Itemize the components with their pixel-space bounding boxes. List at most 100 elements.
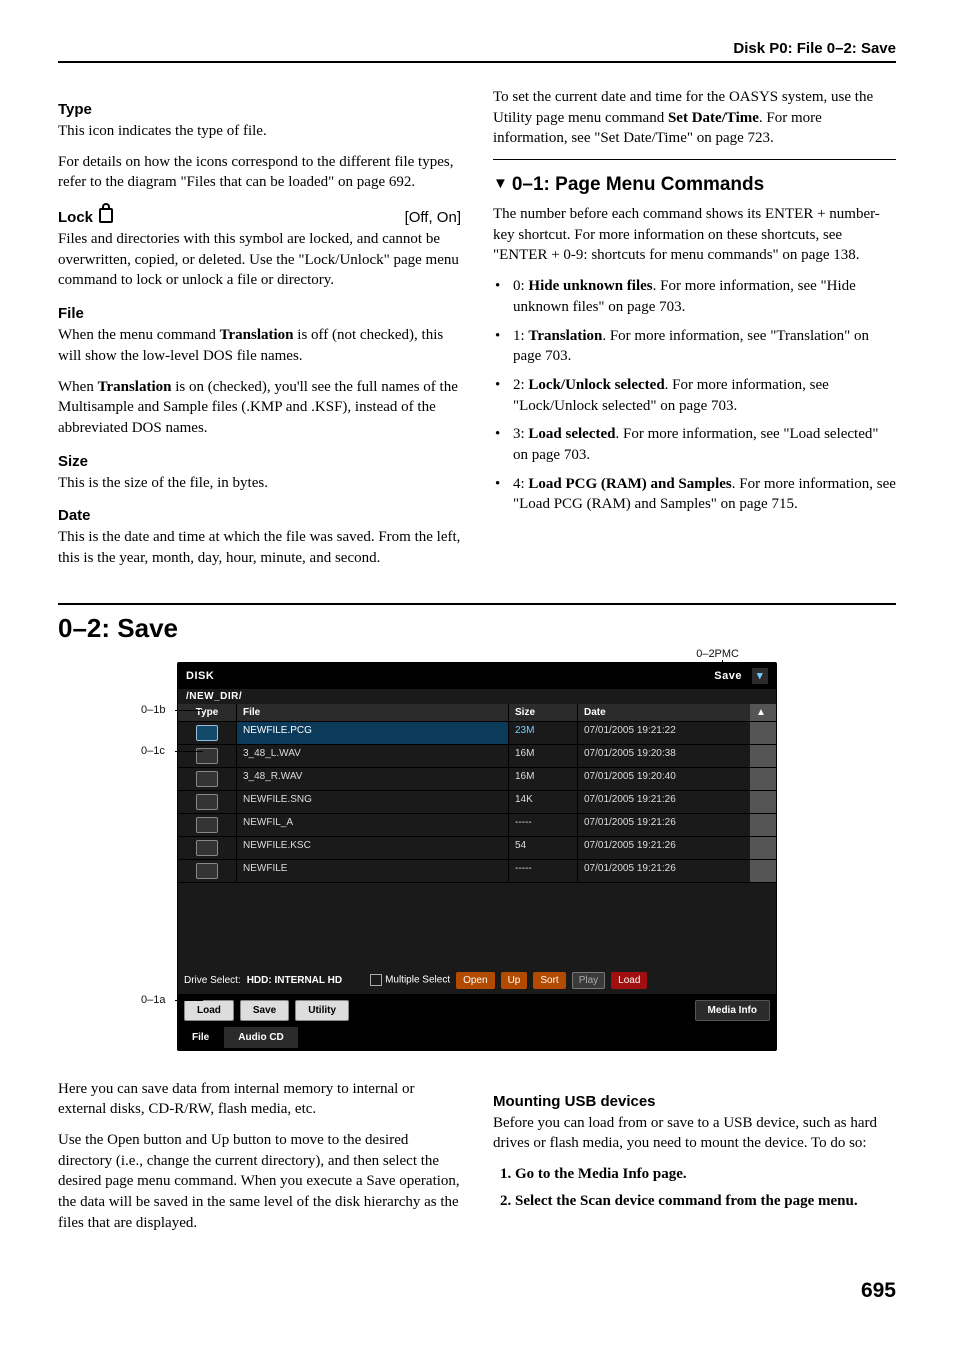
table-row[interactable]: NEWFIL_A-----07/01/2005 19:21:26 [178, 813, 776, 836]
col-date[interactable]: Date [578, 704, 750, 721]
file-name: NEWFILE.KSC [237, 837, 509, 859]
sub-tabs: File Audio CD [178, 1027, 776, 1050]
file-type-icon [178, 814, 237, 836]
drive-select-label: Drive Select: [184, 975, 241, 986]
page-menu-commands-heading: ▼0–1: Page Menu Commands [493, 174, 896, 196]
page-number: 695 [58, 1279, 896, 1339]
drive-bar: Drive Select: HDD: INTERNAL HD Multiple … [178, 967, 776, 994]
mounting-body: Before you can load from or save to a US… [493, 1113, 896, 1154]
file-size: 16M [509, 768, 578, 790]
callout-c: 0–1c [141, 745, 165, 757]
col-file[interactable]: File [237, 704, 509, 721]
file-name: NEWFILE [237, 860, 509, 882]
up-button[interactable]: Up [501, 972, 528, 989]
type-body-2: For details on how the icons correspond … [58, 152, 461, 193]
open-button[interactable]: Open [456, 972, 494, 989]
bottom-left-p2: Use the Open button and Up button to mov… [58, 1130, 461, 1233]
tab-utility[interactable]: Utility [295, 1000, 349, 1021]
type-body-1: This icon indicates the type of file. [58, 121, 461, 142]
page-menu-commands-text: 0–1: Page Menu Commands [512, 174, 764, 195]
tab-load[interactable]: Load [184, 1000, 234, 1021]
step-1: Go to the Media Info page. [515, 1164, 896, 1185]
date-heading: Date [58, 507, 461, 524]
rule-pmc [493, 159, 896, 160]
page-menu-commands-intro: The number before each command shows its… [493, 204, 896, 266]
scrollbar-track[interactable] [750, 814, 776, 836]
subtab-file[interactable]: File [178, 1027, 224, 1048]
callout-a-lead [175, 1000, 203, 1001]
cmd-item: 2: Lock/Unlock selected. For more inform… [513, 375, 896, 416]
scrollbar-track[interactable] [750, 745, 776, 767]
callout-b: 0–1b [141, 704, 165, 716]
file-type-icon [178, 791, 237, 813]
table-row[interactable]: NEWFILE.SNG14K07/01/2005 19:21:26 [178, 790, 776, 813]
size-body: This is the size of the file, in bytes. [58, 473, 461, 494]
window-titlebar: DISK Save ▾ [178, 663, 776, 689]
window-title-left: DISK [186, 670, 214, 682]
multiple-select-checkbox[interactable]: Multiple Select [370, 974, 450, 986]
file-date: 07/01/2005 19:20:38 [578, 745, 750, 767]
file-date: 07/01/2005 19:21:26 [578, 814, 750, 836]
table-row[interactable]: 3_48_L.WAV16M07/01/2005 19:20:38 [178, 744, 776, 767]
scrollbar-track[interactable] [750, 860, 776, 882]
tab-media-info[interactable]: Media Info [695, 1000, 770, 1021]
file-type-icon [178, 722, 237, 744]
load-button[interactable]: Load [611, 972, 647, 989]
table-row[interactable]: 3_48_R.WAV16M07/01/2005 19:20:40 [178, 767, 776, 790]
page-menu-commands-list: 0: Hide unknown files. For more informat… [493, 276, 896, 515]
callout-a: 0–1a [141, 994, 165, 1006]
setdate-body: To set the current date and time for the… [493, 87, 896, 149]
file-body-1b: Translation [220, 327, 294, 343]
file-type-icon [178, 837, 237, 859]
table-row[interactable]: NEWFILE.PCG23M07/01/2005 19:21:22 [178, 721, 776, 744]
file-type-icon [178, 860, 237, 882]
bottom-left-p1: Here you can save data from internal mem… [58, 1079, 461, 1120]
cmd-item: 1: Translation. For more information, se… [513, 326, 896, 367]
file-name: NEWFIL_A [237, 814, 509, 836]
file-date: 07/01/2005 19:21:26 [578, 837, 750, 859]
callout-pmc: 0–2PMC [696, 648, 739, 660]
file-date: 07/01/2005 19:20:40 [578, 768, 750, 790]
lock-heading-rhs: [Off, On] [405, 209, 461, 226]
scrollbar-track[interactable] [750, 722, 776, 744]
file-heading: File [58, 305, 461, 322]
file-date: 07/01/2005 19:21:26 [578, 791, 750, 813]
file-body-1a: When the menu command [58, 327, 220, 343]
col-size[interactable]: Size [509, 704, 578, 721]
play-button[interactable]: Play [572, 972, 605, 989]
screenshot-wrap: 0–2PMC 0–1b 0–1c 0–1a DISK Save ▾ /NEW_D… [177, 662, 777, 1051]
page-menu-button[interactable]: ▾ [752, 668, 768, 684]
scrollbar-track[interactable] [750, 791, 776, 813]
setdate-b: Set Date/Time [668, 110, 759, 126]
callout-c-lead [175, 751, 203, 752]
scroll-up-icon[interactable]: ▲ [750, 704, 776, 721]
bottom-right-column: Mounting USB devices Before you can load… [493, 1079, 896, 1218]
scrollbar-track[interactable] [750, 837, 776, 859]
tab-save[interactable]: Save [240, 1000, 289, 1021]
file-body-1: When the menu command Translation is off… [58, 325, 461, 366]
sort-button[interactable]: Sort [533, 972, 565, 989]
type-heading: Type [58, 101, 461, 118]
file-body-2a: When [58, 379, 98, 395]
subtab-audio-cd[interactable]: Audio CD [224, 1027, 299, 1048]
mounting-heading: Mounting USB devices [493, 1093, 896, 1110]
rule-top [58, 61, 896, 63]
table-row[interactable]: NEWFILE-----07/01/2005 19:21:26 [178, 859, 776, 882]
file-name: 3_48_R.WAV [237, 768, 509, 790]
col-type[interactable]: Type [178, 704, 237, 721]
upper-columns: Type This icon indicates the type of fil… [58, 87, 896, 579]
file-table: Type File Size Date ▲ NEWFILE.PCG23M07/0… [178, 704, 776, 967]
file-body-2b: Translation [98, 379, 172, 395]
callout-pmc-lead [722, 660, 723, 672]
path-bar: /NEW_DIR/ [178, 689, 776, 704]
drive-select-value[interactable]: HDD: INTERNAL HD [247, 975, 342, 986]
cmd-item: 0: Hide unknown files. For more informat… [513, 276, 896, 317]
file-date: 07/01/2005 19:21:26 [578, 860, 750, 882]
table-row[interactable]: NEWFILE.KSC5407/01/2005 19:21:26 [178, 836, 776, 859]
file-body-2: When Translation is on (checked), you'll… [58, 377, 461, 439]
size-heading: Size [58, 453, 461, 470]
bottom-left-column: Here you can save data from internal mem… [58, 1079, 461, 1244]
table-header: Type File Size Date ▲ [178, 704, 776, 721]
scrollbar-track[interactable] [750, 768, 776, 790]
rule-save-top [58, 603, 896, 605]
